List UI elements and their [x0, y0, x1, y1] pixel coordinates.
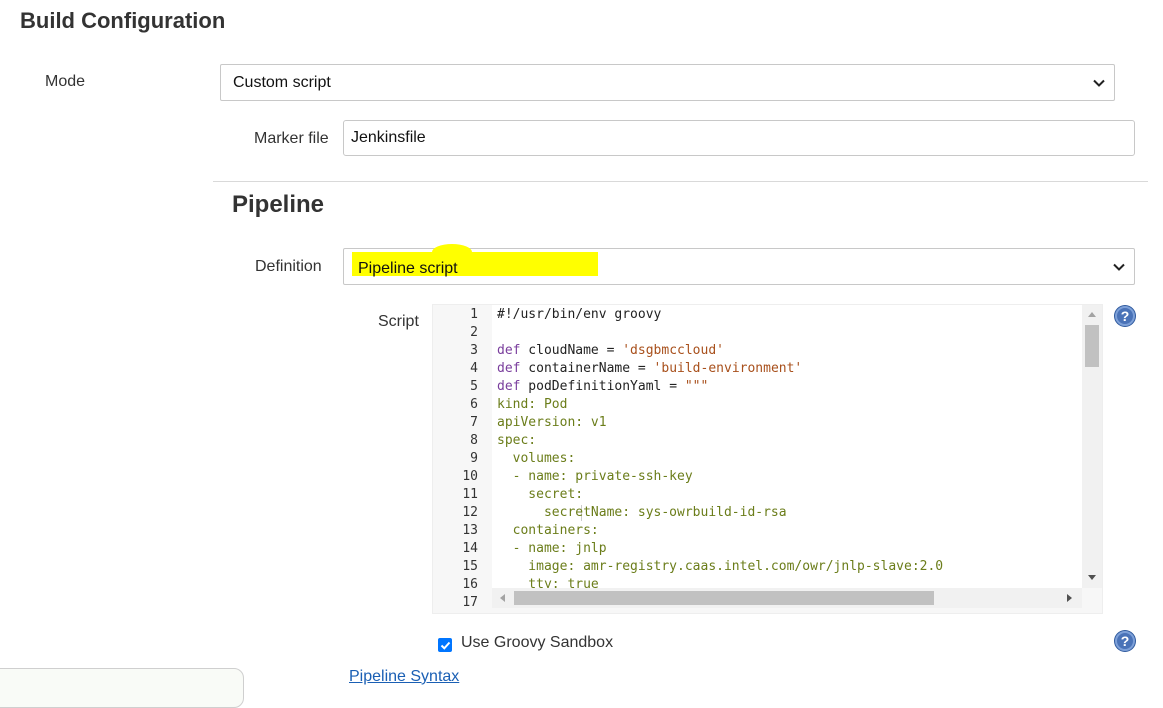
pipeline-title: Pipeline: [232, 191, 325, 218]
side-panel-edge: [0, 668, 244, 708]
code-line: def cloudName = 'dsgbmccloud': [497, 343, 724, 358]
line-number: 3: [470, 343, 478, 358]
line-number: 2: [470, 325, 478, 340]
code-line: apiVersion: v1: [497, 415, 607, 430]
marker-file-input[interactable]: Jenkinsfile: [343, 120, 1135, 156]
line-number: 14: [462, 541, 478, 556]
help-icon[interactable]: ?: [1115, 306, 1135, 326]
line-number: 1: [470, 307, 478, 322]
vertical-scroll-thumb[interactable]: [1085, 325, 1099, 367]
horizontal-scroll-thumb[interactable]: [514, 591, 934, 605]
line-number: 4: [470, 361, 478, 376]
code-line: secretName: sys-owrbuild-id-rsa: [497, 505, 787, 520]
script-editor[interactable]: 1 2 3 4 5 6 7 8 9 10 11 12 13 14 15 16 17 #!/usr/bin/env…: [432, 304, 1103, 614]
chevron-down-icon: [1113, 263, 1125, 271]
line-number: 7: [470, 415, 478, 430]
code-line: image: amr-registry.caas.intel.com/owr/j…: [497, 559, 944, 574]
code-line: def podDefinitionYaml = """: [497, 379, 709, 394]
code-line: - name: private-ssh-key: [497, 469, 693, 484]
code-line: containers:: [497, 523, 599, 538]
code-line: def containerName = 'build-environment': [497, 361, 803, 376]
pipeline-syntax-link[interactable]: Pipeline Syntax: [349, 668, 459, 686]
help-icon[interactable]: ?: [1115, 631, 1135, 651]
definition-select[interactable]: Pipeline script: [343, 244, 1135, 285]
groovy-sandbox-label: Use Groovy Sandbox: [461, 634, 614, 651]
mode-selected-value: Custom script: [233, 73, 331, 91]
marker-file-value: Jenkinsfile: [351, 129, 426, 146]
scroll-right-arrow-icon[interactable]: [1066, 593, 1074, 603]
line-number: 8: [470, 433, 478, 448]
line-number: 15: [462, 559, 478, 574]
line-number: 17: [462, 595, 478, 610]
line-number: 10: [462, 469, 478, 484]
line-number-gutter: 1 2 3 4 5 6 7 8 9 10 11 12 13 14 15 16 17: [433, 305, 492, 610]
line-number: 13: [462, 523, 478, 538]
vertical-scrollbar[interactable]: [1082, 305, 1102, 588]
line-number: 6: [470, 397, 478, 412]
code-line: - name: jnlp: [497, 541, 607, 556]
line-number: 9: [470, 451, 478, 466]
mode-label: Mode: [45, 73, 86, 90]
code-line: #!/usr/bin/env groovy: [497, 307, 662, 322]
section-title: Build Configuration: [20, 8, 226, 33]
line-number: 5: [470, 379, 478, 394]
code-line: secret:: [497, 487, 584, 502]
line-number: 12: [462, 505, 478, 520]
definition-selected-value: Pipeline script: [358, 259, 458, 277]
code-area[interactable]: #!/usr/bin/env groovy def cloudName = 'ds…: [492, 305, 1082, 594]
section-divider: [213, 181, 1148, 182]
script-label: Script: [378, 313, 419, 330]
horizontal-scrollbar[interactable]: [492, 588, 1082, 608]
scroll-down-arrow-icon[interactable]: [1087, 574, 1097, 582]
groovy-sandbox-checkbox[interactable]: [438, 638, 452, 652]
line-number: 16: [462, 577, 478, 592]
definition-label: Definition: [255, 258, 322, 275]
mode-select[interactable]: Custom script: [220, 64, 1115, 101]
scroll-left-arrow-icon[interactable]: [498, 593, 506, 603]
code-line: spec:: [497, 433, 537, 448]
line-number: 11: [462, 487, 478, 502]
chevron-down-icon: [1093, 79, 1105, 87]
marker-file-label: Marker file: [254, 130, 329, 147]
code-line: volumes:: [497, 451, 576, 466]
code-line: kind: Pod: [497, 397, 568, 412]
checkmark-icon: [440, 641, 450, 650]
scroll-up-arrow-icon[interactable]: [1087, 310, 1097, 318]
